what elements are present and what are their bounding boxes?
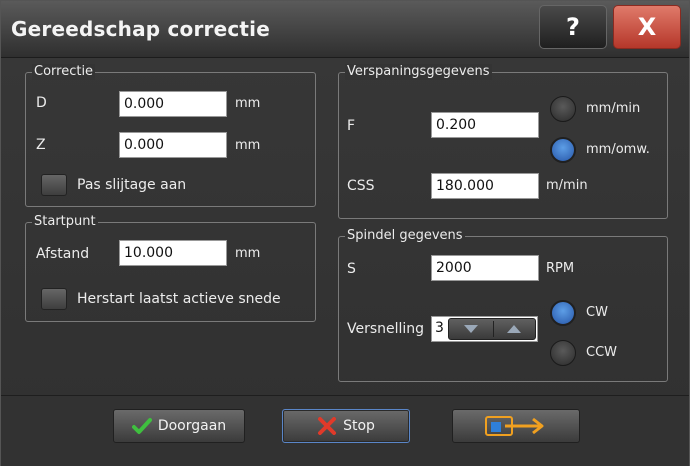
- correctie-legend: Correctie: [32, 64, 96, 80]
- direction-ccw-label: CCW: [586, 345, 618, 360]
- chevron-up-icon: [506, 325, 521, 333]
- help-button[interactable]: ?: [539, 5, 607, 49]
- wear-checkbox[interactable]: [41, 174, 67, 196]
- direction-cw-radio[interactable]: [550, 300, 576, 326]
- gear-decrement-button[interactable]: [449, 319, 492, 339]
- stepper-divider: [493, 321, 494, 337]
- dialog-title: Gereedschap correctie: [11, 17, 270, 41]
- afstand-unit: mm: [235, 246, 261, 261]
- s-input[interactable]: [431, 255, 539, 281]
- stop-label: Stop: [343, 418, 375, 434]
- restart-checkbox-label: Herstart laatst actieve snede: [77, 291, 281, 307]
- continue-button[interactable]: Doorgaan: [113, 409, 245, 443]
- feed-mm-omw-radio[interactable]: [550, 137, 576, 163]
- continue-label: Doorgaan: [157, 418, 227, 434]
- d-input[interactable]: [119, 91, 227, 117]
- css-label: CSS: [347, 178, 375, 194]
- gear-stepper[interactable]: 3: [431, 316, 538, 342]
- exit-button[interactable]: [452, 409, 580, 443]
- question-mark-icon: ?: [566, 13, 580, 41]
- feed-mm-min-label: mm/min: [586, 101, 641, 116]
- z-input[interactable]: [119, 132, 227, 158]
- direction-cw-label: CW: [586, 305, 608, 320]
- startpunt-legend: Startpunt: [32, 214, 98, 230]
- gear-stepper-buttons: [448, 318, 536, 340]
- s-label: S: [347, 261, 356, 277]
- stop-button[interactable]: Stop: [282, 409, 410, 443]
- afstand-label: Afstand: [36, 246, 90, 262]
- afstand-input[interactable]: [119, 240, 227, 266]
- spindel-legend: Spindel gegevens: [345, 228, 465, 244]
- feed-mm-min-radio[interactable]: [550, 96, 576, 122]
- restart-checkbox[interactable]: [41, 288, 67, 310]
- close-x-icon: X: [637, 13, 657, 41]
- gear-label: Versnelling: [347, 321, 425, 337]
- css-input[interactable]: [431, 173, 539, 199]
- verspaning-legend: Verspaningsgegevens: [345, 64, 492, 80]
- css-unit: m/min: [546, 178, 588, 193]
- wear-checkbox-label: Pas slijtage aan: [77, 177, 187, 193]
- z-label: Z: [36, 137, 46, 153]
- feed-mm-omw-label: mm/omw.: [586, 142, 650, 157]
- direction-ccw-radio[interactable]: [550, 340, 576, 366]
- green-check-icon: [131, 418, 152, 434]
- gear-increment-button[interactable]: [492, 319, 535, 339]
- red-x-icon: [318, 417, 337, 435]
- gear-value: 3: [435, 320, 444, 336]
- machine-exit-icon: [485, 416, 544, 436]
- z-unit: mm: [235, 138, 261, 153]
- d-label: D: [36, 95, 47, 111]
- d-unit: mm: [235, 96, 261, 111]
- f-input[interactable]: [431, 112, 539, 138]
- title-bar: Gereedschap correctie ? X: [1, 1, 689, 58]
- chevron-down-icon: [463, 325, 478, 333]
- close-button[interactable]: X: [613, 5, 681, 49]
- s-unit: RPM: [546, 261, 575, 276]
- f-label: F: [347, 118, 356, 134]
- tool-correction-dialog: Gereedschap correctie ? X Correctie D mm…: [0, 0, 690, 466]
